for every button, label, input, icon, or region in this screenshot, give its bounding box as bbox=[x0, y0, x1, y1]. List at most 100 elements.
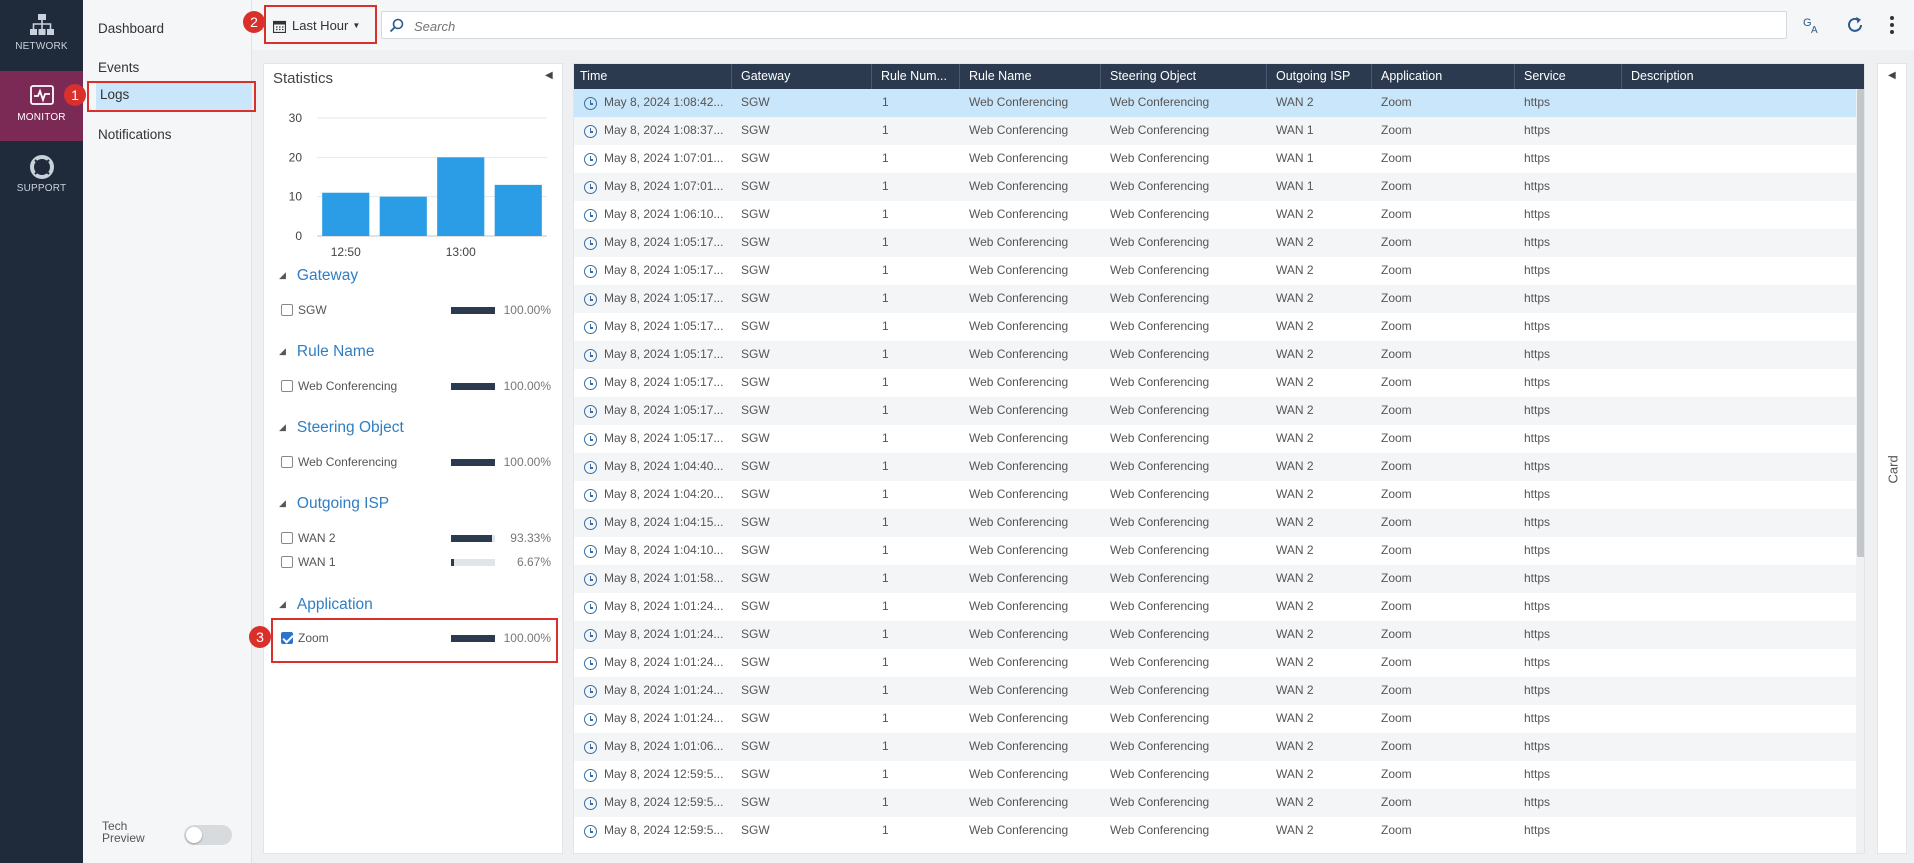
table-row[interactable]: May 8, 2024 1:05:17... SGW 1 Web Conferenci… bbox=[574, 257, 1856, 285]
table-cell: https bbox=[1524, 375, 1551, 389]
more-options-icon[interactable] bbox=[1881, 14, 1903, 36]
table-cell: Zoom bbox=[1381, 795, 1412, 809]
column-resize-handle[interactable] bbox=[1371, 64, 1372, 89]
table-row[interactable]: May 8, 2024 1:07:01... SGW 1 Web Conferenci… bbox=[574, 173, 1856, 201]
column-header[interactable]: Service bbox=[1524, 69, 1566, 83]
subnav-item-dashboard[interactable]: Dashboard bbox=[98, 21, 164, 36]
table-row[interactable]: May 8, 2024 1:04:40... SGW 1 Web Conferenci… bbox=[574, 453, 1856, 481]
stat-bar bbox=[451, 559, 495, 566]
table-row[interactable]: May 8, 2024 1:08:42... SGW 1 Web Conferenci… bbox=[574, 89, 1856, 117]
section-rule-name[interactable]: ◢ Rule Name bbox=[279, 343, 374, 361]
filter-checkbox[interactable] bbox=[281, 380, 293, 392]
table-row[interactable]: May 8, 2024 1:05:17... SGW 1 Web Conferenci… bbox=[574, 425, 1856, 453]
search-box[interactable] bbox=[381, 11, 1787, 39]
table-cell: Web Conferencing bbox=[1110, 263, 1210, 277]
column-header[interactable]: Outgoing ISP bbox=[1276, 69, 1350, 83]
table-cell: https bbox=[1524, 95, 1551, 109]
table-cell: WAN 1 bbox=[1276, 179, 1314, 193]
section-outgoing-isp[interactable]: ◢ Outgoing ISP bbox=[279, 495, 389, 513]
table-row[interactable]: May 8, 2024 1:01:24... SGW 1 Web Conferenci… bbox=[574, 621, 1856, 649]
stat-bar bbox=[451, 535, 495, 542]
filter-checkbox[interactable] bbox=[281, 304, 293, 316]
table-cell: Web Conferencing bbox=[969, 795, 1069, 809]
table-row[interactable]: May 8, 2024 1:04:15... SGW 1 Web Conferenci… bbox=[574, 509, 1856, 537]
table-row[interactable]: May 8, 2024 1:01:24... SGW 1 Web Conferenci… bbox=[574, 593, 1856, 621]
table-row[interactable]: May 8, 2024 1:01:24... SGW 1 Web Conferenci… bbox=[574, 649, 1856, 677]
stat-bar bbox=[451, 459, 495, 466]
column-header[interactable]: Steering Object bbox=[1110, 69, 1196, 83]
column-header[interactable]: Rule Name bbox=[969, 69, 1032, 83]
column-header[interactable]: Time bbox=[580, 69, 607, 83]
search-input[interactable] bbox=[414, 16, 1614, 36]
table-cell: Web Conferencing bbox=[969, 207, 1069, 221]
column-resize-handle[interactable] bbox=[871, 64, 872, 89]
table-row[interactable]: May 8, 2024 1:05:17... SGW 1 Web Conferenci… bbox=[574, 313, 1856, 341]
clock-icon bbox=[584, 489, 597, 502]
stat-percentage: 100.00% bbox=[503, 303, 551, 317]
table-row[interactable]: May 8, 2024 1:05:17... SGW 1 Web Conferenci… bbox=[574, 285, 1856, 313]
table-row[interactable]: May 8, 2024 1:04:10... SGW 1 Web Conferenci… bbox=[574, 537, 1856, 565]
table-cell: 1 bbox=[882, 655, 889, 669]
collapse-left-icon[interactable]: ◀ bbox=[545, 70, 553, 81]
table-row[interactable]: May 8, 2024 1:05:17... SGW 1 Web Conferenci… bbox=[574, 397, 1856, 425]
table-row[interactable]: May 8, 2024 1:05:17... SGW 1 Web Conferenci… bbox=[574, 341, 1856, 369]
section-steering-object[interactable]: ◢ Steering Object bbox=[279, 419, 404, 437]
table-row[interactable]: May 8, 2024 1:01:58... SGW 1 Web Conferenci… bbox=[574, 565, 1856, 593]
chart-bar[interactable] bbox=[379, 196, 427, 236]
filter-checkbox[interactable] bbox=[281, 532, 293, 544]
subnav-item-events[interactable]: Events bbox=[98, 60, 139, 75]
table-row[interactable]: May 8, 2024 1:04:20... SGW 1 Web Conferenci… bbox=[574, 481, 1856, 509]
nav-item-support[interactable]: SUPPORT bbox=[0, 142, 83, 212]
table-row[interactable]: May 8, 2024 1:01:24... SGW 1 Web Conferenci… bbox=[574, 705, 1856, 733]
column-header[interactable]: Rule Num... bbox=[881, 69, 947, 83]
tech-preview-toggle[interactable] bbox=[184, 825, 232, 845]
column-header[interactable]: Description bbox=[1631, 69, 1694, 83]
table-row[interactable]: May 8, 2024 12:59:5... SGW 1 Web Conferenci… bbox=[574, 817, 1856, 845]
table-row[interactable]: May 8, 2024 1:01:24... SGW 1 Web Conferenci… bbox=[574, 677, 1856, 705]
table-row[interactable]: May 8, 2024 1:08:37... SGW 1 Web Conferenci… bbox=[574, 117, 1856, 145]
clock-icon bbox=[584, 825, 597, 838]
scrollbar-thumb[interactable] bbox=[1857, 89, 1864, 557]
chart-bar[interactable] bbox=[322, 192, 370, 236]
column-resize-handle[interactable] bbox=[731, 64, 732, 89]
table-cell: Web Conferencing bbox=[969, 319, 1069, 333]
section-gateway[interactable]: ◢ Gateway bbox=[279, 267, 358, 285]
nav-item-network[interactable]: NETWORK bbox=[0, 0, 83, 70]
column-resize-handle[interactable] bbox=[1514, 64, 1515, 89]
table-row[interactable]: May 8, 2024 1:06:10... SGW 1 Web Conferenci… bbox=[574, 201, 1856, 229]
main-nav: NETWORK MONITOR SUPPORT bbox=[0, 0, 83, 863]
expand-left-icon[interactable]: ◀ bbox=[1888, 70, 1896, 81]
column-resize-handle[interactable] bbox=[959, 64, 960, 89]
table-row[interactable]: May 8, 2024 12:59:5... SGW 1 Web Conferenci… bbox=[574, 789, 1856, 817]
nav-item-monitor[interactable]: MONITOR bbox=[0, 71, 83, 141]
table-row[interactable]: May 8, 2024 1:05:17... SGW 1 Web Conferenci… bbox=[574, 229, 1856, 257]
column-resize-handle[interactable] bbox=[1266, 64, 1267, 89]
table-cell: https bbox=[1524, 627, 1551, 641]
table-cell: Web Conferencing bbox=[969, 599, 1069, 613]
table-cell: 1 bbox=[882, 123, 889, 137]
chart-bar[interactable] bbox=[437, 157, 485, 236]
card-rail[interactable]: ◀ Card bbox=[1877, 63, 1907, 854]
table-row[interactable]: May 8, 2024 12:59:5... SGW 1 Web Conferenci… bbox=[574, 761, 1856, 789]
filter-checkbox[interactable] bbox=[281, 556, 293, 568]
section-application[interactable]: ◢ Application bbox=[279, 596, 373, 614]
refresh-icon[interactable] bbox=[1844, 14, 1866, 36]
table-cell: https bbox=[1524, 711, 1551, 725]
stat-label: WAN 1 bbox=[298, 555, 336, 569]
column-header[interactable]: Gateway bbox=[741, 69, 790, 83]
column-header[interactable]: Application bbox=[1381, 69, 1442, 83]
monitor-icon bbox=[29, 85, 54, 105]
subnav-item-notifications[interactable]: Notifications bbox=[98, 127, 172, 142]
table-row[interactable]: May 8, 2024 1:01:06... SGW 1 Web Conferenci… bbox=[574, 733, 1856, 761]
filter-checkbox[interactable] bbox=[281, 456, 293, 468]
table-row[interactable]: May 8, 2024 1:05:17... SGW 1 Web Conferenci… bbox=[574, 369, 1856, 397]
vertical-scrollbar[interactable] bbox=[1856, 89, 1864, 853]
clock-icon bbox=[584, 573, 597, 586]
clock-icon bbox=[584, 657, 597, 670]
chart-bar[interactable] bbox=[494, 184, 542, 236]
translate-icon[interactable]: G A bbox=[1801, 14, 1823, 36]
table-row[interactable]: May 8, 2024 1:07:01... SGW 1 Web Conferenci… bbox=[574, 145, 1856, 173]
column-resize-handle[interactable] bbox=[1100, 64, 1101, 89]
table-cell: 1 bbox=[882, 515, 889, 529]
column-resize-handle[interactable] bbox=[1621, 64, 1622, 89]
